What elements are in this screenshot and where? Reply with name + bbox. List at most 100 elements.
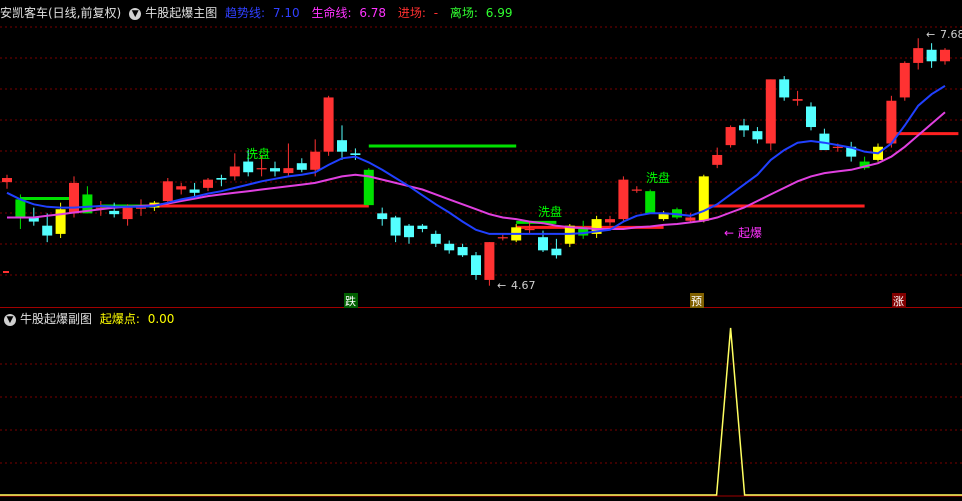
candle-body xyxy=(417,225,428,229)
candle-body xyxy=(645,191,656,214)
candle xyxy=(42,213,53,243)
marker-down: 跌 xyxy=(344,293,358,308)
high-price-arrow-icon: ← xyxy=(926,28,935,41)
candle xyxy=(296,158,307,173)
launch-label: 起爆 xyxy=(738,226,762,240)
candle xyxy=(739,118,749,137)
candle-body xyxy=(270,168,280,172)
svg-text:预: 预 xyxy=(691,295,702,308)
kline-chart[interactable]: 洗盘 洗盘 洗盘 ← 4.67 ← 7.68 ← 起爆 跌 预 涨 xyxy=(0,0,962,501)
candle-body xyxy=(42,225,53,236)
launch-signal-line xyxy=(0,327,962,496)
low-price-arrow-icon: ← xyxy=(497,279,506,292)
candle xyxy=(229,153,240,181)
candle xyxy=(765,79,776,151)
candle xyxy=(591,215,602,239)
candle-body xyxy=(605,219,615,223)
candle-body xyxy=(899,62,910,98)
wash-label-2: 洗盘 xyxy=(538,204,562,219)
candle xyxy=(698,174,709,223)
candle xyxy=(913,38,924,70)
candle xyxy=(82,186,93,214)
candle-body xyxy=(739,125,749,131)
candle-body xyxy=(15,199,26,218)
candle xyxy=(283,143,294,177)
candle xyxy=(404,224,414,244)
candle xyxy=(457,243,468,257)
candle-body xyxy=(685,217,696,221)
candle-body xyxy=(229,166,240,177)
candle-body xyxy=(296,163,307,170)
candle-body xyxy=(631,189,642,191)
candle xyxy=(270,161,280,177)
candle-body xyxy=(752,131,763,140)
candle-body xyxy=(2,178,12,183)
candle-body xyxy=(940,49,950,62)
candle-body xyxy=(457,247,468,256)
candle-body xyxy=(310,151,321,170)
marker-pre: 预 xyxy=(690,293,704,308)
candle xyxy=(605,215,615,226)
candle xyxy=(926,43,937,68)
wash-label-1: 洗盘 xyxy=(246,146,270,161)
candle xyxy=(471,251,481,280)
life-line xyxy=(7,111,946,230)
candle-body xyxy=(203,179,213,188)
candle-body xyxy=(404,225,414,238)
candle xyxy=(940,48,950,65)
candle xyxy=(819,128,830,151)
candle-body xyxy=(122,207,133,220)
candle-body xyxy=(109,210,120,215)
candle xyxy=(203,178,213,192)
candle xyxy=(390,215,401,243)
signal-dot xyxy=(3,271,9,273)
candle xyxy=(806,102,816,131)
candle-body xyxy=(323,97,334,152)
candle-body xyxy=(337,140,347,152)
candle xyxy=(645,189,656,214)
candle xyxy=(484,242,495,286)
svg-text:跌: 跌 xyxy=(345,294,356,308)
candle xyxy=(752,127,763,144)
candle-body xyxy=(471,255,481,275)
candle-body xyxy=(430,233,441,244)
wash-label-3: 洗盘 xyxy=(646,170,670,185)
candle-body xyxy=(524,228,535,231)
candle xyxy=(444,240,455,254)
candle-body xyxy=(283,168,294,174)
candle xyxy=(216,174,227,187)
candle xyxy=(899,61,910,101)
candle xyxy=(417,224,428,233)
candle-body xyxy=(926,49,937,62)
candle-body xyxy=(806,106,816,128)
candle-body xyxy=(243,161,254,173)
candle-body xyxy=(886,100,897,144)
candle xyxy=(779,76,790,101)
candle xyxy=(551,238,562,259)
candle-body xyxy=(69,182,79,214)
candle-body xyxy=(256,168,267,170)
candle xyxy=(337,125,347,160)
candle xyxy=(618,176,629,222)
candle xyxy=(377,207,388,226)
candle-body xyxy=(176,186,187,190)
candle-body xyxy=(618,179,629,220)
candle-body xyxy=(832,146,843,148)
marker-up: 涨 xyxy=(892,293,906,308)
high-price-label: 7.68 xyxy=(940,28,962,41)
launch-arrow-icon: ← xyxy=(724,226,734,240)
candle xyxy=(430,230,441,248)
candle xyxy=(2,174,12,189)
candle xyxy=(323,95,334,156)
candle-body xyxy=(698,176,709,221)
candle xyxy=(631,186,642,193)
candle-body xyxy=(216,178,227,180)
candle-body xyxy=(792,99,803,101)
candle xyxy=(189,182,200,197)
candle-body xyxy=(913,48,924,63)
candle-body xyxy=(538,237,548,251)
candle xyxy=(846,141,857,162)
candle xyxy=(176,182,187,195)
candle-body xyxy=(189,189,200,193)
candle-body xyxy=(162,181,173,202)
